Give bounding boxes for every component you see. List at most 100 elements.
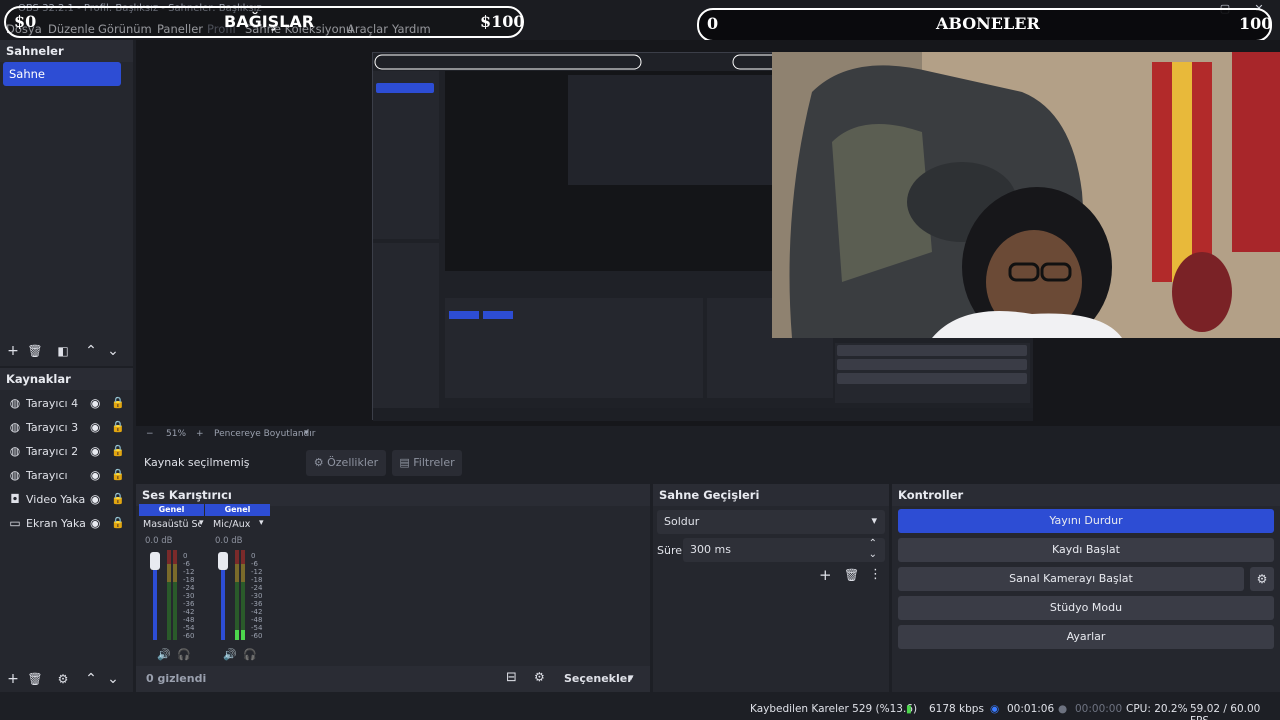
speaker-icon[interactable]: 🔊	[157, 648, 171, 661]
duration-input[interactable]: 300 ms ⌃ ⌄	[683, 538, 885, 562]
source-label: Tarayıcı 4	[26, 397, 79, 410]
stream-time: 00:01:06	[1007, 703, 1055, 715]
speaker-icon[interactable]: 🔊	[223, 648, 237, 661]
monitor-audio-icon[interactable]: 🎧	[177, 648, 191, 661]
bitrate: 6178 kbps	[929, 703, 984, 715]
eye-icon[interactable]: ◉	[90, 396, 104, 410]
source-item[interactable]: ◘ Video Yakala ◉ 🔒	[0, 488, 133, 512]
record-time: 00:00:00	[1075, 703, 1123, 715]
globe-icon: ◍	[9, 420, 21, 434]
chevron-down-icon[interactable]: ▾	[259, 518, 264, 528]
source-item[interactable]: ▭ Ekran Yakala ◉ 🔒	[0, 512, 133, 536]
lock-icon[interactable]: 🔒	[111, 444, 125, 458]
webcam-image	[772, 52, 1280, 338]
move-down-icon[interactable]: ⌄	[104, 670, 122, 688]
channel-db: 0.0 dB	[215, 536, 243, 546]
source-item[interactable]: ◍ Tarayıcı 4 ◉ 🔒	[0, 392, 133, 416]
source-label: Tarayıcı 2	[26, 445, 79, 458]
subscribers-overlay: 0 ABONELER 100	[697, 8, 1272, 42]
remove-transition-icon[interactable]: 🗑	[844, 568, 859, 582]
eye-icon[interactable]: ◉	[90, 492, 104, 506]
properties-button[interactable]: ⚙ Özellikler	[306, 450, 386, 476]
gear-icon: ⚙	[313, 456, 328, 469]
source-item[interactable]: ◍ Tarayıcı 2 ◉ 🔒	[0, 440, 133, 464]
eye-icon[interactable]: ◉	[90, 444, 104, 458]
duration-label: Süre	[657, 544, 683, 557]
lock-icon[interactable]: 🔒	[111, 492, 125, 506]
db-scale: 0 -6 -12 -18 -24 -30 -36 -42 -48 -54 -60	[183, 552, 195, 640]
advanced-audio-icon[interactable]: ⚙	[534, 670, 545, 684]
move-up-icon[interactable]: ⌃	[82, 670, 100, 688]
channel-name[interactable]: Masaüstü Ses	[143, 519, 201, 530]
scenes-dock: Sahneler Sahne + 🗑 ◧ ⌃ ⌄	[0, 40, 133, 366]
source-label: Tarayıcı	[26, 469, 68, 482]
filters-button[interactable]: ▤ Filtreler	[392, 450, 462, 476]
globe-icon: ◍	[9, 444, 21, 458]
move-up-icon[interactable]: ⌃	[82, 342, 100, 360]
signal-icon: ▮	[906, 703, 912, 715]
controls-title: Kontroller	[892, 484, 1280, 506]
source-item[interactable]: ◍ Tarayıcı ◉ 🔒	[0, 464, 133, 488]
sources-title: Kaynaklar	[0, 368, 133, 390]
chevron-down-icon: ▾	[871, 514, 877, 527]
add-transition-icon[interactable]: +	[819, 566, 832, 584]
donations-current: $0	[14, 12, 37, 31]
channel-head: Genel	[205, 504, 270, 516]
lock-icon[interactable]: 🔒	[111, 396, 125, 410]
stop-streaming-button[interactable]: Yayını Durdur	[898, 509, 1274, 533]
lock-icon[interactable]: 🔒	[111, 420, 125, 434]
eye-icon[interactable]: ◉	[90, 468, 104, 482]
globe-icon: ◍	[9, 468, 21, 482]
filter-icon: ▤	[399, 456, 414, 469]
sources-dock: Kaynaklar ◍ Tarayıcı 4 ◉ 🔒 ◍ Tarayıcı 3 …	[0, 368, 133, 692]
dropped-frames: Kaybedilen Kareler 529 (%13.6)	[750, 703, 918, 715]
transitions-title: Sahne Geçişleri	[653, 484, 889, 506]
studio-mode-button[interactable]: Stüdyo Modu	[898, 596, 1274, 620]
source-label: Tarayıcı 3	[26, 421, 79, 434]
zoom-in-icon[interactable]: +	[196, 429, 204, 439]
virtual-camera-settings-icon[interactable]: ⚙	[1250, 567, 1274, 591]
no-source-label: Kaynak seçilmemiş	[144, 456, 250, 469]
layout-icon[interactable]: ⊟	[506, 670, 517, 685]
stepper-icon[interactable]: ⌃ ⌄	[869, 538, 877, 560]
source-item[interactable]: ◍ Tarayıcı 3 ◉ 🔒	[0, 416, 133, 440]
mixer-channel: Genel Mic/Aux ▾ 0.0 dB 0 -6 -12 -18 -24 -30 -3…	[205, 504, 270, 664]
remove-source-icon[interactable]: 🗑	[26, 670, 44, 688]
settings-button[interactable]: Ayarlar	[898, 625, 1274, 649]
webcam-feed	[772, 52, 1280, 338]
source-label: Ekran Yakala	[26, 517, 86, 530]
lock-icon[interactable]: 🔒	[111, 468, 125, 482]
fit-window-label[interactable]: Pencereye Boyutlandır	[214, 429, 315, 439]
zoom-out-icon[interactable]: −	[146, 429, 154, 439]
eye-icon[interactable]: ◉	[90, 516, 104, 530]
remove-scene-icon[interactable]: 🗑	[26, 342, 44, 360]
channel-head: Genel	[139, 504, 204, 516]
add-scene-icon[interactable]: +	[4, 342, 22, 360]
chevron-down-icon[interactable]: ▾	[628, 671, 634, 684]
camera-icon: ◘	[10, 492, 20, 506]
source-settings-icon[interactable]: ⚙	[54, 670, 72, 688]
lock-icon[interactable]: 🔒	[111, 516, 125, 530]
globe-icon: ◍	[9, 396, 21, 410]
transition-select[interactable]: Soldur ▾	[657, 510, 885, 534]
virtual-camera-button[interactable]: Sanal Kamerayı Başlat	[898, 567, 1244, 591]
move-down-icon[interactable]: ⌄	[104, 342, 122, 360]
chevron-down-icon[interactable]: ▾	[199, 518, 204, 528]
mixer-channel: Genel Masaüstü Ses ▾ 0.0 dB 0-6-12-18-24…	[139, 504, 204, 664]
properties-bar: Kaynak seçilmemiş ⚙ Özellikler ▤ Filtrel…	[136, 446, 1280, 480]
channel-db: 0.0 dB	[145, 536, 173, 546]
scene-filters-icon[interactable]: ◧	[54, 342, 72, 360]
mixer-options[interactable]: Seçenekler	[564, 672, 633, 685]
monitor-audio-icon[interactable]: 🎧	[243, 648, 257, 661]
hidden-count: 0 gizlendi	[146, 672, 207, 685]
eye-icon[interactable]: ◉	[90, 420, 104, 434]
more-options-icon[interactable]: ⋮	[869, 567, 882, 582]
start-recording-button[interactable]: Kaydı Başlat	[898, 538, 1274, 562]
donations-overlay: $0 BAĞIŞLAR $100	[4, 6, 525, 38]
subs-title: ABONELER	[936, 14, 1040, 33]
add-source-icon[interactable]: +	[4, 670, 22, 688]
scene-item[interactable]: Sahne	[3, 62, 121, 86]
transitions-dock: Sahne Geçişleri Soldur ▾ Süre 300 ms ⌃ ⌄ …	[653, 484, 889, 692]
monitor-icon: ▭	[9, 516, 21, 530]
chevron-down-icon[interactable]: ▾	[304, 428, 309, 438]
